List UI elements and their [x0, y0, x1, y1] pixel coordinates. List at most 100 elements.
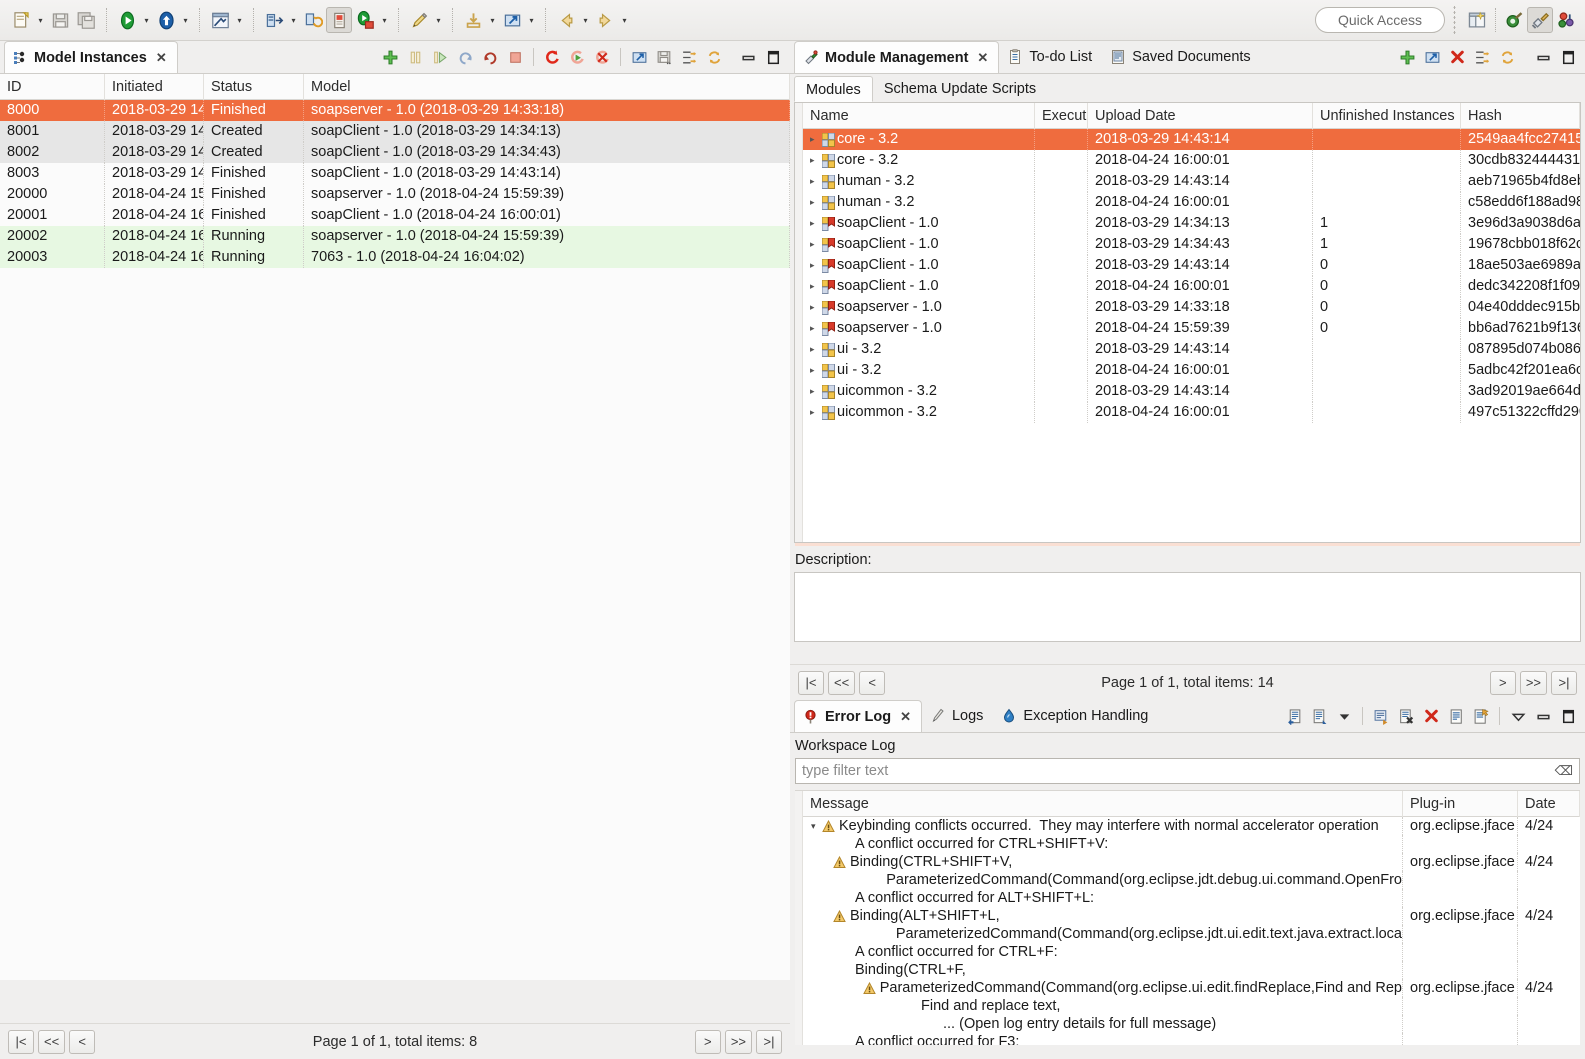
close-icon[interactable]: ✕	[156, 50, 167, 66]
restore-log-icon[interactable]	[1445, 705, 1467, 727]
subtab-schema-update-scripts[interactable]: Schema Update Scripts	[873, 76, 1047, 102]
delete-log-icon[interactable]	[1395, 705, 1417, 727]
undo-instance-icon[interactable]	[454, 46, 476, 68]
last-page-button[interactable]: >|	[1551, 670, 1577, 695]
expand-arrow-icon[interactable]: ▸	[810, 171, 820, 192]
table-row[interactable]: ▸ uicommon - 3.2 2018-03-29 14:43:14 3ad920…	[803, 381, 1580, 402]
maximize-panel-icon[interactable]	[1557, 46, 1579, 68]
export-log-icon[interactable]	[1308, 705, 1330, 727]
import-icon[interactable]	[460, 7, 486, 33]
module-management-icon[interactable]	[326, 7, 352, 33]
log-row[interactable]: A conflict occurred for F3:	[803, 1033, 1580, 1045]
column-header-plugin[interactable]: Plug-in	[1403, 791, 1518, 817]
table-row[interactable]: ▸ human - 3.2 2018-03-29 14:43:14 aeb71965b…	[803, 171, 1580, 192]
refresh-icon[interactable]	[703, 46, 725, 68]
chevron-down-icon[interactable]: ▾	[486, 8, 499, 32]
forward-icon[interactable]	[592, 7, 618, 33]
column-header-executable[interactable]: Executable	[1035, 103, 1088, 129]
subtab-modules[interactable]: Modules	[794, 76, 873, 102]
new-wizard-icon[interactable]	[8, 7, 34, 33]
open-log-icon[interactable]	[1370, 705, 1392, 727]
export-icon[interactable]	[499, 7, 525, 33]
save-all-icon[interactable]	[73, 7, 99, 33]
pause-instance-icon[interactable]	[404, 46, 426, 68]
deploy-icon[interactable]	[261, 7, 287, 33]
tab-to-do-list[interactable]: To-do List	[999, 41, 1102, 73]
expand-arrow-icon[interactable]: ▸	[810, 234, 820, 255]
table-row[interactable]: 20001 2018-04-24 16: Finished soapClient - …	[0, 205, 790, 226]
log-row[interactable]: ... (Open log entry details for full mes…	[803, 1015, 1580, 1033]
export-up-icon[interactable]	[153, 7, 179, 33]
table-row[interactable]: 20000 2018-04-24 15: Finished soapserver - …	[0, 184, 790, 205]
log-row[interactable]: ParameterizedCommand(Command(org.eclipse…	[803, 871, 1580, 889]
stop-instance-icon[interactable]	[504, 46, 526, 68]
chevron-down-icon[interactable]: ▾	[525, 8, 538, 32]
column-header-message[interactable]: Message	[803, 791, 1403, 817]
expand-arrow-icon[interactable]: ▸	[810, 360, 820, 381]
chevron-down-icon[interactable]: ▾	[378, 8, 391, 32]
table-row[interactable]: 8002 2018-03-29 14: Created soapClient - 1.…	[0, 142, 790, 163]
step-instance-icon[interactable]	[429, 46, 451, 68]
prev-page-button[interactable]: <	[859, 670, 886, 695]
table-row[interactable]: 20002 2018-04-24 16: Running soapserver - 1…	[0, 226, 790, 247]
add-module-icon[interactable]	[1396, 46, 1418, 68]
event-details-icon[interactable]	[1470, 705, 1492, 727]
edit-pen-icon[interactable]	[406, 7, 432, 33]
chevron-down-icon[interactable]: ▾	[618, 8, 631, 32]
perspective-debug-icon[interactable]	[1501, 7, 1527, 33]
refresh-module-icon[interactable]	[300, 7, 326, 33]
filter-placeholder[interactable]: type filter text	[802, 763, 888, 779]
table-row[interactable]: ▸ soapClient - 1.0 2018-03-29 14:34:43 1 196…	[803, 234, 1580, 255]
description-textarea[interactable]	[794, 572, 1581, 642]
tab-logs[interactable]: Logs	[922, 700, 993, 732]
expand-arrow-icon[interactable]: ▸	[810, 129, 820, 150]
resume-icon[interactable]	[566, 46, 588, 68]
terminate-icon[interactable]	[591, 46, 613, 68]
table-row[interactable]: ▸ core - 3.2 2018-04-24 16:00:01 30cdb83244…	[803, 150, 1580, 171]
table-row[interactable]: 8003 2018-03-29 14: Finished soapClient - 1…	[0, 163, 790, 184]
maximize-panel-icon[interactable]	[1557, 705, 1579, 727]
log-row[interactable]: ▾ Keybinding conflicts occurred. They may…	[803, 817, 1580, 835]
redo-instance-icon[interactable]	[479, 46, 501, 68]
column-header-unfinished[interactable]: Unfinished Instances	[1313, 103, 1461, 129]
first-page-button[interactable]: |<	[8, 1029, 34, 1054]
chevron-down-icon[interactable]: ▾	[432, 8, 445, 32]
table-row[interactable]: ▸ core - 3.2 2018-03-29 14:43:14 2549aa4fcc…	[803, 129, 1580, 150]
expand-arrow-icon[interactable]: ▸	[810, 339, 820, 360]
chevron-down-icon[interactable]: ▾	[579, 8, 592, 32]
upload-module-icon[interactable]	[1421, 46, 1443, 68]
column-header-status[interactable]: Status	[204, 73, 304, 100]
perspective-team-icon[interactable]	[1553, 7, 1579, 33]
log-row[interactable]: Binding(CTRL+SHIFT+V, org.eclipse.jface 4/…	[803, 853, 1580, 871]
expand-arrow-icon[interactable]: ▾	[811, 817, 822, 835]
next-page-button[interactable]: >	[694, 1029, 721, 1054]
refresh-modules-icon[interactable]	[1496, 46, 1518, 68]
table-row[interactable]: ▸ soapserver - 1.0 2018-04-24 15:59:39 0 bb6…	[803, 318, 1580, 339]
next-page-button[interactable]: >	[1489, 670, 1516, 695]
table-row[interactable]: 20003 2018-04-24 16: Running 7063 - 1.0 (20…	[0, 247, 790, 268]
expand-arrow-icon[interactable]: ▸	[810, 381, 820, 402]
last-page-button[interactable]: >|	[756, 1029, 782, 1054]
column-header-model[interactable]: Model	[304, 73, 790, 100]
table-row[interactable]: ▸ uicommon - 3.2 2018-04-24 16:00:01 497c51…	[803, 402, 1580, 423]
log-row[interactable]: Find and replace text,	[803, 997, 1580, 1015]
chevron-down-icon[interactable]: ▾	[179, 8, 192, 32]
table-row[interactable]: 8000 2018-03-29 14: Finished soapserver - 1…	[0, 100, 790, 121]
chevron-down-icon[interactable]: ▾	[34, 8, 47, 32]
save-icon[interactable]	[47, 7, 73, 33]
log-row[interactable]: ParameterizedCommand(Command(org.eclipse…	[803, 925, 1580, 943]
next-many-page-button[interactable]: >>	[1519, 670, 1547, 695]
log-row[interactable]: Binding(ALT+SHIFT+L, org.eclipse.jface 4/2…	[803, 907, 1580, 925]
collapse-columns-icon[interactable]	[678, 46, 700, 68]
table-row[interactable]: ▸ ui - 3.2 2018-04-24 16:00:01 5adbc42f201e…	[803, 360, 1580, 381]
save-instances-icon[interactable]	[653, 46, 675, 68]
table-row[interactable]: ▸ human - 3.2 2018-04-24 16:00:01 c58edd6f1…	[803, 192, 1580, 213]
perspective-java-icon[interactable]	[1527, 7, 1553, 33]
tab-error-log[interactable]: Error Log ✕	[794, 700, 922, 732]
back-icon[interactable]	[553, 7, 579, 33]
log-row[interactable]: Binding(CTRL+F,	[803, 961, 1580, 979]
prev-many-page-button[interactable]: <<	[828, 670, 856, 695]
column-header-upload-date[interactable]: Upload Date	[1088, 103, 1313, 129]
expand-arrow-icon[interactable]: ▸	[810, 192, 820, 213]
close-icon[interactable]: ✕	[900, 709, 911, 725]
